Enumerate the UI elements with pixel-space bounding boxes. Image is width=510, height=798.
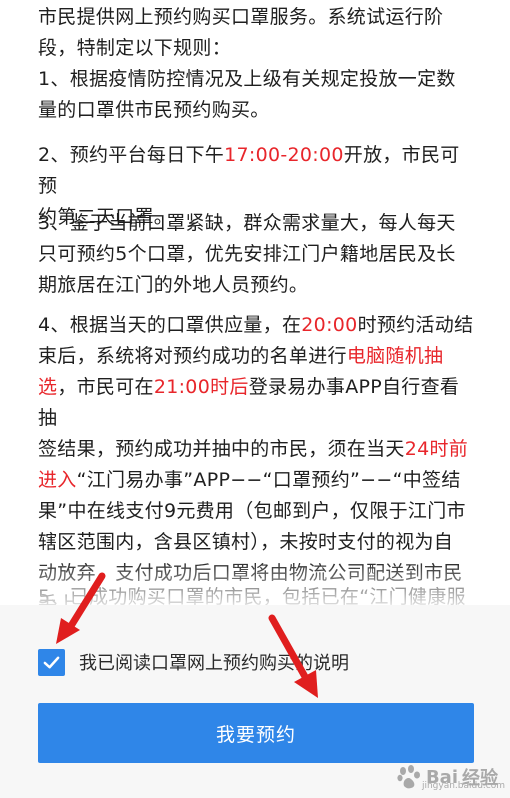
reserve-button[interactable]: 我要预约 — [38, 703, 474, 763]
rule-4-lottery-highlight-2: 选 — [38, 376, 58, 398]
intro-line-1: 市民提供网上预约购买口罩服务。系统试运行阶 — [38, 6, 444, 28]
rule-3-line-2: 只可预约5个口罩，优先安排江门户籍地居民及长 — [38, 243, 456, 265]
rule-4-text-d: ，市民可在 — [57, 376, 154, 398]
baidu-watermark: Bai 经验 jingyan.baidu.com — [396, 764, 505, 791]
rule-4-text-h: 果”中在线支付9元费用（包邮到户，仅限于江门市 — [38, 500, 466, 522]
rules-content: 市民提供网上预约购买口罩服务。系统试运行阶 段，特制定以下规则： 1、根据疫情防… — [0, 0, 510, 605]
paw-icon — [397, 765, 420, 789]
rule-4-text-i: 辖区范围内，含县区镇村），未按时支付的视为自 — [38, 531, 454, 553]
agree-row[interactable]: 我已阅读口罩网上预约购买的说明 — [38, 645, 349, 679]
rule-4-text-j: 动放弃，支付成功后口罩将由物流公司配送到市民 — [38, 562, 463, 584]
rule-4-text-b: 时预约活动结 — [357, 314, 474, 336]
agree-checkbox[interactable] — [38, 648, 65, 676]
rule-1-line-1: 1、根据疫情防控情况及上级有关规定投放一定数 — [38, 68, 456, 90]
rule-4-lottery-highlight: 电脑随机抽 — [346, 345, 444, 367]
rule-3-line-1: 3、鉴于当前口罩紧缺，群众需求量大，每人每天 — [38, 212, 456, 234]
rule-4-text-f: 签结果，预约成功并抽中的市民，须在当天 — [38, 438, 405, 460]
rule-3: 3、鉴于当前口罩紧缺，群众需求量大，每人每天 只可预约5个口罩，优先安排江门户籍… — [38, 208, 478, 301]
rule-1-line-2: 量的口罩供市民预约购买。 — [38, 99, 270, 121]
rule-3-line-3: 期旅居在江门的外地人员预约。 — [38, 274, 309, 296]
watermark-sub: jingyan.baidu.com — [421, 781, 506, 791]
rule-2-text-a: 2、预约平台每日下午 — [38, 144, 225, 166]
rule-4-deadline-highlight-2: 进入 — [38, 469, 77, 491]
rule-4: 4、根据当天的口罩供应量，在20:00时预约活动结 束后，系统将对预约成功的名单… — [38, 310, 478, 605]
intro-line-2: 段，特制定以下规则： — [38, 37, 232, 59]
rule-4-text-g: “江门易办事”APP−−“口罩预约”−−“中签结 — [76, 469, 461, 491]
rule-4-deadline-highlight: 24时前 — [404, 438, 469, 460]
agree-label[interactable]: 我已阅读口罩网上预约购买的说明 — [79, 649, 349, 675]
rule-1: 1、根据疫情防控情况及上级有关规定投放一定数 量的口罩供市民预约购买。 — [38, 64, 478, 126]
intro-paragraph: 市民提供网上预约购买口罩服务。系统试运行阶 段，特制定以下规则： — [38, 2, 478, 64]
rule-4-time-highlight: 20:00 — [301, 314, 358, 336]
check-icon — [43, 656, 60, 668]
rule-4-text-a: 4、根据当天的口罩供应量，在 — [38, 314, 302, 336]
rule-4-text-c: 束后，系统将对预约成功的名单进行 — [38, 345, 347, 367]
rule-2-time-highlight: 17:00-20:00 — [224, 144, 344, 166]
rule-5-line-1: 5、已成功购买口罩的市民，包括已在“江门健康服 — [38, 586, 466, 605]
rule-5-partial: 5、已成功购买口罩的市民，包括已在“江门健康服 — [38, 582, 478, 605]
rule-4-after-highlight: 21:00时后 — [153, 376, 249, 398]
